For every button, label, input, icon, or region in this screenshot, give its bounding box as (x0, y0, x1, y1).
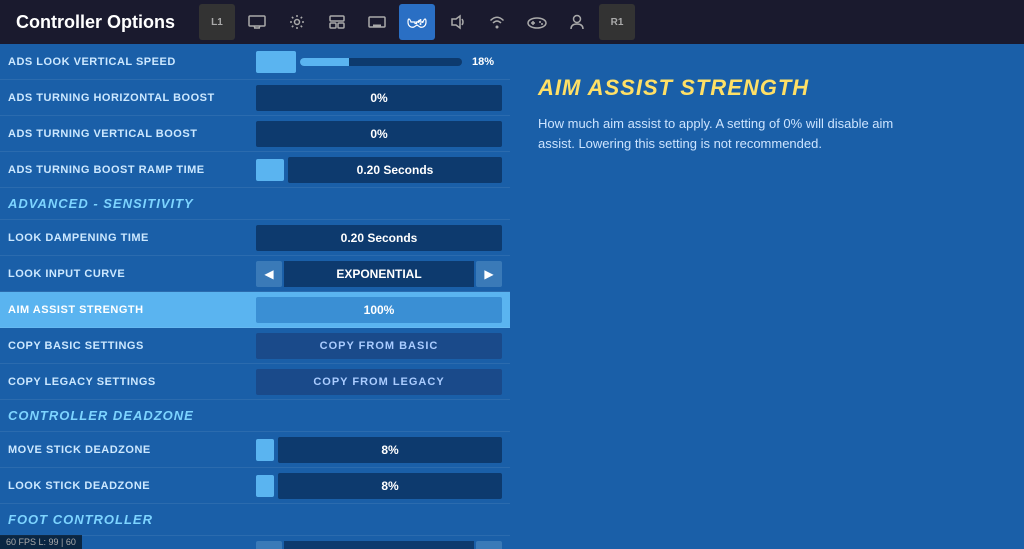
main-content: ADS LOOK VERTICAL SPEED 18% ADS TURNING … (0, 44, 1024, 549)
slider-indicator (256, 475, 274, 497)
control-copy-legacy: COPY FROM LEGACY (256, 369, 502, 395)
value-foot-controller: OFF (284, 541, 474, 549)
label-ads-turning-horizontal-boost: ADS TURNING HORIZONTAL BOOST (8, 92, 256, 104)
tab-r1[interactable]: R1 (599, 4, 635, 40)
slider-indicator (256, 51, 296, 73)
slider-move-deadzone[interactable]: 8% (256, 437, 502, 463)
control-enable-foot-controller: ◀ OFF ▶ (256, 541, 502, 549)
tab-keyboard[interactable] (359, 4, 395, 40)
tab-gamepad2[interactable] (519, 4, 555, 40)
slider-fill (300, 58, 349, 66)
arrow-right-look-input-curve[interactable]: ▶ (476, 261, 502, 287)
slider-look-deadzone[interactable]: 8% (256, 473, 502, 499)
top-bar: Controller Options L1 (0, 0, 1024, 44)
tab-user[interactable] (559, 4, 595, 40)
slider-indicator (256, 439, 274, 461)
row-look-dampening-time[interactable]: LOOK DAMPENING TIME 0.20 Seconds (0, 220, 510, 256)
control-look-input-curve: ◀ EXPONENTIAL ▶ (256, 261, 502, 287)
fps-value: 60 FPS L: 99 | 60 (6, 537, 76, 547)
control-ads-look-vertical-speed: 18% (256, 51, 502, 73)
tab-network[interactable] (479, 4, 515, 40)
label-copy-basic: COPY BASIC SETTINGS (8, 340, 256, 352)
tab-display[interactable] (239, 4, 275, 40)
arrow-right-foot-controller[interactable]: ▶ (476, 541, 502, 549)
row-move-stick-deadzone[interactable]: MOVE STICK DEADZONE 8% (0, 432, 510, 468)
label-move-stick-deadzone: MOVE STICK DEADZONE (8, 444, 256, 456)
control-ads-turning-vertical-boost: 0% (256, 121, 502, 147)
tab-icons: L1 (199, 4, 635, 40)
row-ads-turning-horizontal-boost[interactable]: ADS TURNING HORIZONTAL BOOST 0% (0, 80, 510, 116)
arrow-look-input-curve: ◀ EXPONENTIAL ▶ (256, 261, 502, 287)
row-ads-turning-vertical-boost[interactable]: ADS TURNING VERTICAL BOOST 0% (0, 116, 510, 152)
value-ads-turning-horizontal-boost: 0% (256, 85, 502, 111)
section-header-advanced: ADVANCED - SENSITIVITY (0, 188, 510, 220)
btn-copy-legacy[interactable]: COPY FROM LEGACY (256, 369, 502, 395)
control-look-dampening-time: 0.20 Seconds (256, 225, 502, 251)
label-copy-legacy: COPY LEGACY SETTINGS (8, 376, 256, 388)
value-look-input-curve: EXPONENTIAL (284, 261, 474, 287)
label-aim-assist-strength: AIM ASSIST STRENGTH (8, 304, 256, 316)
detail-title: AIM ASSIST STRENGTH (538, 76, 996, 100)
arrow-foot-controller: ◀ OFF ▶ (256, 541, 502, 549)
control-ads-turning-horizontal-boost: 0% (256, 85, 502, 111)
label-look-stick-deadzone: LOOK STICK DEADZONE (8, 480, 256, 492)
detail-description: How much aim assist to apply. A setting … (538, 114, 918, 153)
btn-copy-basic[interactable]: COPY FROM BASIC (256, 333, 502, 359)
row-copy-basic[interactable]: COPY BASIC SETTINGS COPY FROM BASIC (0, 328, 510, 364)
tab-layout[interactable] (319, 4, 355, 40)
value-look-dampening-time: 0.20 Seconds (256, 225, 502, 251)
section-header-foot: FOOT CONTROLLER (0, 504, 510, 536)
row-copy-legacy[interactable]: COPY LEGACY SETTINGS COPY FROM LEGACY (0, 364, 510, 400)
control-look-stick-deadzone: 8% (256, 473, 502, 499)
window-title: Controller Options (16, 12, 175, 33)
section-label-foot: FOOT CONTROLLER (8, 512, 153, 527)
value-ads-turning-vertical-boost: 0% (256, 121, 502, 147)
row-look-input-curve[interactable]: LOOK INPUT CURVE ◀ EXPONENTIAL ▶ (0, 256, 510, 292)
control-copy-basic: COPY FROM BASIC (256, 333, 502, 359)
value-aim-assist-strength: 100% (256, 297, 502, 323)
control-ads-turning-boost-ramp-time: 0.20 Seconds (256, 157, 502, 183)
label-ads-turning-vertical-boost: ADS TURNING VERTICAL BOOST (8, 128, 256, 140)
value-look-stick-deadzone: 8% (278, 473, 502, 499)
value-move-stick-deadzone: 8% (278, 437, 502, 463)
tab-audio[interactable] (439, 4, 475, 40)
tab-controller[interactable] (399, 4, 435, 40)
control-aim-assist-strength: 100% (256, 297, 502, 323)
value-ramp-time: 0.20 Seconds (288, 157, 502, 183)
left-panel: ADS LOOK VERTICAL SPEED 18% ADS TURNING … (0, 44, 510, 549)
row-aim-assist-strength[interactable]: AIM ASSIST STRENGTH 100% (0, 292, 510, 328)
label-look-dampening-time: LOOK DAMPENING TIME (8, 232, 256, 244)
app-window: Controller Options L1 (0, 0, 1024, 549)
row-look-stick-deadzone[interactable]: LOOK STICK DEADZONE 8% (0, 468, 510, 504)
row-ads-look-vertical-speed[interactable]: ADS LOOK VERTICAL SPEED 18% (0, 44, 510, 80)
right-panel: AIM ASSIST STRENGTH How much aim assist … (510, 44, 1024, 549)
arrow-left-look-input-curve[interactable]: ◀ (256, 261, 282, 287)
slider-ramp-time[interactable]: 0.20 Seconds (256, 157, 502, 183)
slider-value: 18% (472, 56, 502, 68)
tab-l1[interactable]: L1 (199, 4, 235, 40)
control-move-stick-deadzone: 8% (256, 437, 502, 463)
slider-track (300, 58, 462, 66)
label-ads-turning-boost-ramp-time: ADS TURNING BOOST RAMP TIME (8, 164, 256, 176)
slider-ads-look-vertical-speed[interactable]: 18% (256, 51, 502, 73)
tab-settings[interactable] (279, 4, 315, 40)
row-ads-turning-boost-ramp-time[interactable]: ADS TURNING BOOST RAMP TIME 0.20 Seconds (0, 152, 510, 188)
section-label-advanced: ADVANCED - SENSITIVITY (8, 196, 194, 211)
section-header-deadzone: CONTROLLER DEADZONE (0, 400, 510, 432)
label-look-input-curve: LOOK INPUT CURVE (8, 268, 256, 280)
fps-bar: 60 FPS L: 99 | 60 (0, 535, 82, 549)
label-ads-look-vertical-speed: ADS LOOK VERTICAL SPEED (8, 56, 256, 68)
slider-indicator (256, 159, 284, 181)
section-label-deadzone: CONTROLLER DEADZONE (8, 408, 194, 423)
arrow-left-foot-controller[interactable]: ◀ (256, 541, 282, 549)
